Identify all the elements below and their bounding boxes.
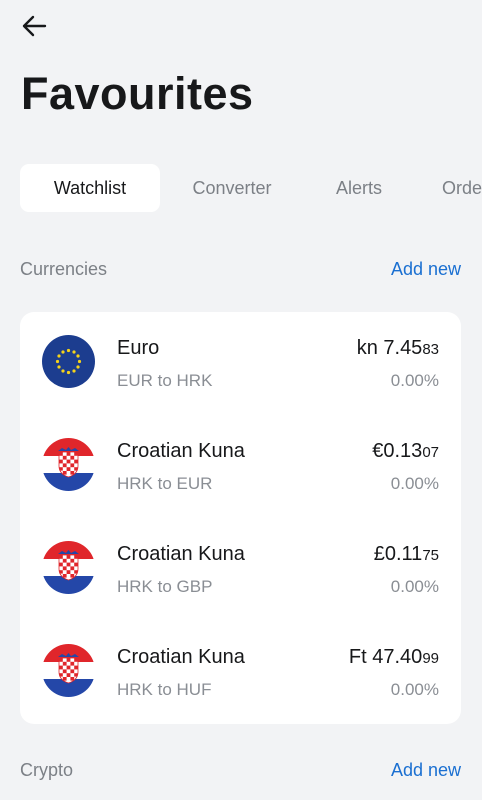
tab-watchlist[interactable]: Watchlist [20,164,160,212]
currency-change: 0.00% [390,577,439,596]
back-button[interactable] [18,12,50,44]
add-currency-button[interactable]: Add new [391,259,461,280]
currencies-section-title: Currencies [20,258,108,279]
currency-change: 0.00% [390,371,439,390]
crypto-section-header: Crypto Add new [20,756,461,784]
price-main: £0.11 [373,543,423,565]
page-title: Favourites [21,68,254,119]
price-main: kn 7.45 [356,337,423,359]
currency-name: Croatian Kuna [117,543,245,565]
currency-row-hrk-eur[interactable]: Croatian Kuna HRK to EUR €0.1307 0.00% [20,415,461,518]
currency-name: Croatian Kuna [117,646,245,668]
price-minor: 07 [422,444,439,461]
price-minor: 83 [422,341,439,358]
currency-pair: HRK to GBP [117,577,213,596]
crypto-section-title: Crypto [20,759,74,780]
tab-bar: Watchlist Converter Alerts Orde [20,164,482,212]
price-main: Ft 47.40 [348,646,423,668]
croatia-flag-icon [42,541,95,594]
currency-row-hrk-gbp[interactable]: Croatian Kuna HRK to GBP £0.1175 0.00% [20,518,461,621]
currency-row-eur-hrk[interactable]: Euro EUR to HRK kn 7.4583 0.00% [20,312,461,415]
add-crypto-button[interactable]: Add new [391,760,461,781]
currency-pair: HRK to EUR [117,474,213,493]
currency-pair: HRK to HUF [117,680,212,699]
currency-name: Euro [117,337,160,359]
price-minor: 75 [422,547,439,564]
currency-row-hrk-huf[interactable]: Croatian Kuna HRK to HUF Ft 47.4099 0.00… [20,621,461,724]
arrow-left-icon [21,15,47,42]
croatia-flag-icon [42,438,95,491]
croatia-flag-icon [42,644,95,697]
currencies-section-header: Currencies Add new [20,255,461,283]
currency-pair: EUR to HRK [117,371,213,390]
eu-flag-icon [42,335,95,388]
currency-change: 0.00% [390,474,439,493]
tab-orders[interactable]: Orde [442,164,482,212]
currency-price: kn 7.4583 [357,337,439,360]
currency-price: £0.1175 [374,543,439,566]
tab-alerts[interactable]: Alerts [319,164,399,212]
currency-price: Ft 47.4099 [349,646,439,669]
favourites-screen: Favourites Watchlist Converter Alerts Or… [0,0,482,800]
currency-name: Croatian Kuna [117,440,245,462]
currencies-card: Euro EUR to HRK kn 7.4583 0.00% Croatian… [20,312,461,724]
currency-price: €0.1307 [372,440,439,463]
currency-change: 0.00% [390,680,439,699]
tab-converter[interactable]: Converter [176,164,288,212]
price-main: €0.13 [372,440,423,462]
price-minor: 99 [422,650,439,667]
